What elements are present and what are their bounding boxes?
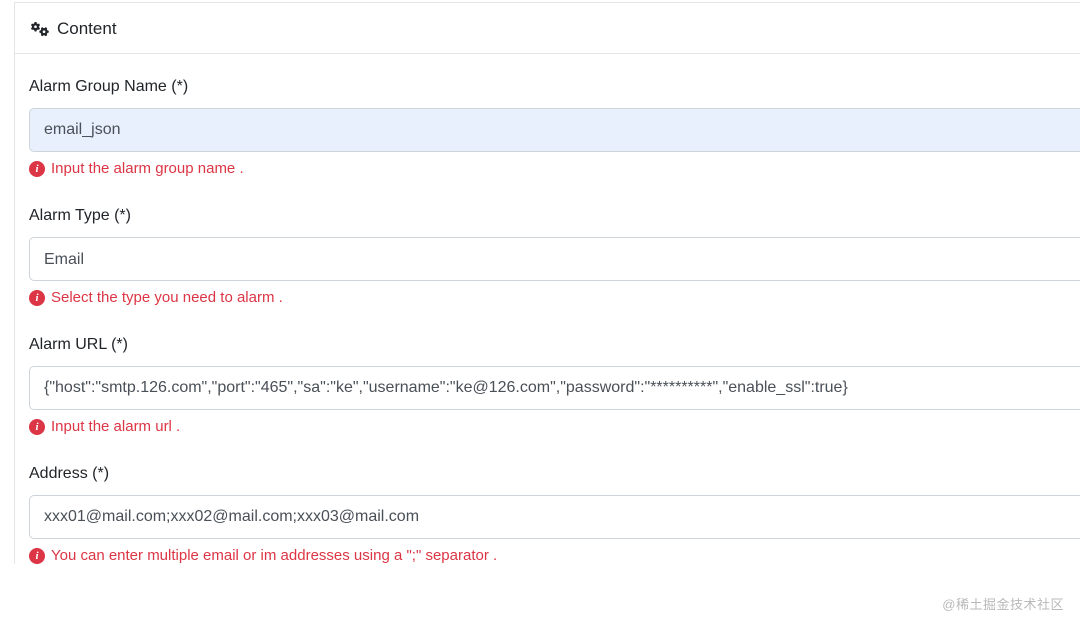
form-group-address: Address (*) i You can enter multiple ema… (29, 465, 1080, 564)
alarm-group-name-input[interactable] (29, 108, 1080, 152)
alarm-url-input[interactable] (29, 366, 1080, 410)
help-text: You can enter multiple email or im addre… (51, 547, 497, 564)
form-group-alarm-group-name: Alarm Group Name (*) i Input the alarm g… (29, 78, 1080, 177)
panel-body: Alarm Group Name (*) i Input the alarm g… (15, 54, 1080, 564)
help-alarm-url: i Input the alarm url . (29, 418, 1080, 435)
help-text: Select the type you need to alarm . (51, 289, 283, 306)
form-group-alarm-url: Alarm URL (*) i Input the alarm url . (29, 336, 1080, 435)
gears-icon (31, 20, 49, 38)
help-address: i You can enter multiple email or im add… (29, 547, 1080, 564)
help-alarm-group-name: i Input the alarm group name . (29, 160, 1080, 177)
content-panel: Content Alarm Group Name (*) i Input the… (14, 2, 1080, 564)
info-icon: i (29, 419, 45, 435)
help-text: Input the alarm url . (51, 418, 180, 435)
panel-header: Content (15, 3, 1080, 54)
alarm-type-select[interactable]: Email (29, 237, 1080, 281)
label-alarm-group-name: Alarm Group Name (*) (29, 78, 1080, 96)
form-group-alarm-type: Alarm Type (*) Email i Select the type y… (29, 207, 1080, 306)
watermark: @稀土掘金技术社区 (942, 594, 1064, 613)
panel-title: Content (57, 19, 117, 39)
address-input[interactable] (29, 495, 1080, 539)
help-alarm-type: i Select the type you need to alarm . (29, 289, 1080, 306)
info-icon: i (29, 548, 45, 564)
info-icon: i (29, 161, 45, 177)
label-address: Address (*) (29, 465, 1080, 483)
label-alarm-type: Alarm Type (*) (29, 207, 1080, 225)
help-text: Input the alarm group name . (51, 160, 244, 177)
info-icon: i (29, 290, 45, 306)
label-alarm-url: Alarm URL (*) (29, 336, 1080, 354)
